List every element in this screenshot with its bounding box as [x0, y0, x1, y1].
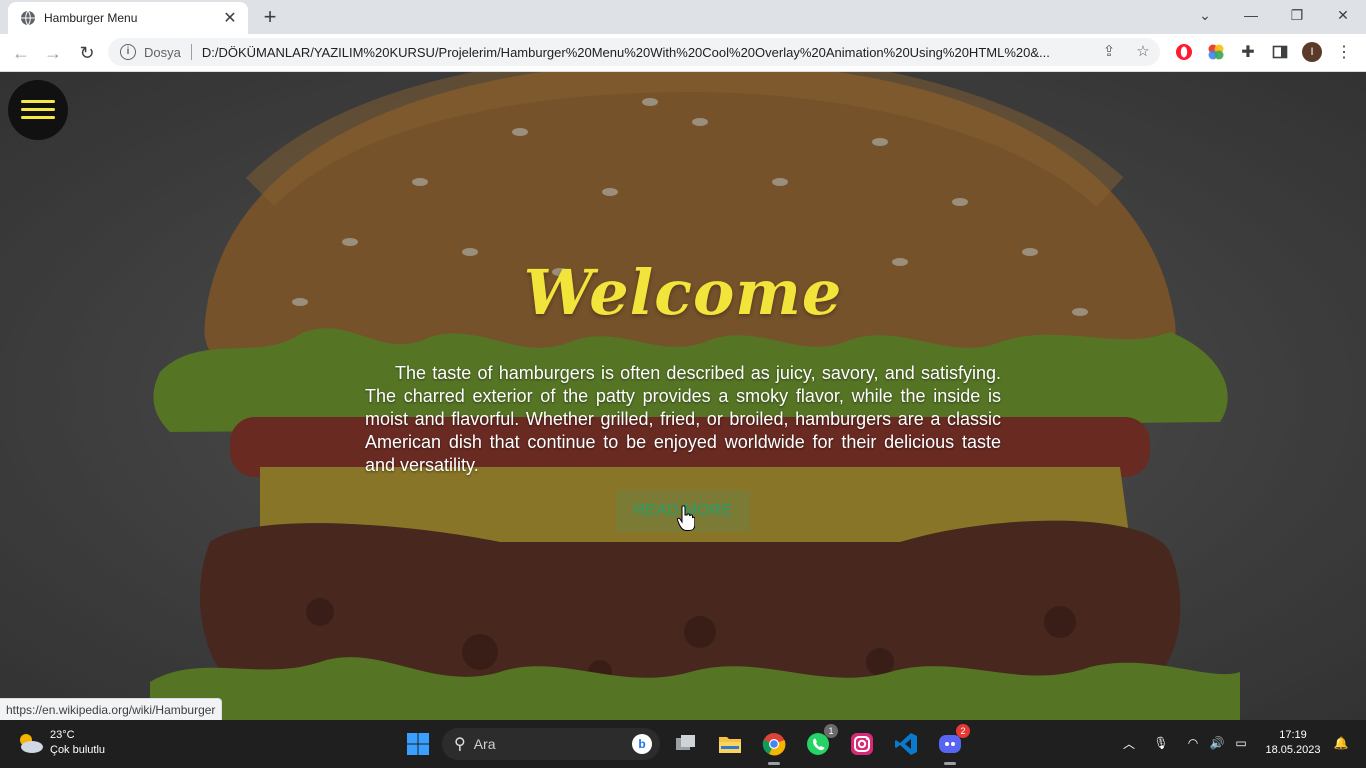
- forward-icon[interactable]: →: [40, 40, 66, 66]
- info-icon[interactable]: i: [120, 44, 136, 60]
- active-indicator: [944, 762, 956, 765]
- tab-search-icon[interactable]: ⌄: [1182, 0, 1228, 30]
- bookmark-star-icon[interactable]: ☆: [1134, 43, 1152, 61]
- opera-icon[interactable]: [1174, 42, 1194, 62]
- chevron-up-icon[interactable]: ︿: [1120, 734, 1138, 752]
- microphone-icon[interactable]: 🎙: [1152, 734, 1170, 752]
- profile-avatar[interactable]: I: [1302, 42, 1322, 62]
- color-picker-icon[interactable]: [1206, 42, 1226, 62]
- weather-widget[interactable]: 23°C Çok bulutlu: [16, 728, 105, 758]
- instagram-icon[interactable]: [848, 730, 876, 758]
- profile-initial: I: [1302, 42, 1322, 62]
- page-viewport: Welcome The taste of hamburgers is often…: [0, 72, 1366, 720]
- volume-icon[interactable]: 🔊: [1208, 734, 1226, 752]
- tab-title: Hamburger Menu: [44, 11, 138, 25]
- search-icon: ⚲: [454, 736, 466, 753]
- discord-icon[interactable]: 2: [936, 724, 970, 765]
- battery-icon[interactable]: ▭: [1232, 734, 1250, 752]
- clock-time: 17:19: [1279, 729, 1307, 741]
- notification-bell-icon[interactable]: 🔔: [1332, 734, 1350, 752]
- description-text: The taste of hamburgers is often describ…: [365, 363, 1001, 475]
- whatsapp-icon[interactable]: 1: [804, 724, 838, 758]
- taskbar-search[interactable]: ⚲ Ara b: [442, 728, 660, 760]
- wifi-icon[interactable]: ◠: [1184, 734, 1202, 752]
- cloud-sun-icon: [20, 734, 43, 753]
- scheme-label: Dosya: [144, 44, 181, 60]
- weather-temp: 23°C: [50, 729, 75, 741]
- windows-start-icon[interactable]: [404, 730, 432, 758]
- tab-hamburger-menu[interactable]: Hamburger Menu ✕: [8, 2, 248, 34]
- restore-button[interactable]: ❐: [1274, 0, 1320, 30]
- windows-taskbar: 23°C Çok bulutlu ⚲ Ara b 1 2 ︿ 🎙 ◠ 🔊 ▭ 1…: [0, 720, 1366, 768]
- browser-tabstrip: Hamburger Menu ✕ + ⌄ — ❐ ✕: [0, 0, 1366, 34]
- hand-cursor-icon: [677, 505, 695, 531]
- status-url-bubble: https://en.wikipedia.org/wiki/Hamburger: [0, 698, 223, 720]
- page-title: Welcome: [523, 256, 843, 329]
- tab-close-icon[interactable]: ✕: [218, 6, 242, 30]
- clock-date: 18.05.2023: [1265, 744, 1321, 756]
- hamburger-menu-button[interactable]: [8, 80, 68, 140]
- menu-bar-icon: [21, 100, 55, 103]
- menu-bar-icon: [21, 116, 55, 119]
- system-clock[interactable]: 17:19 18.05.2023: [1262, 728, 1324, 758]
- back-icon[interactable]: ←: [8, 40, 34, 66]
- discord-badge: 2: [956, 724, 970, 738]
- minimize-button[interactable]: —: [1228, 0, 1274, 30]
- share-icon[interactable]: ⇪: [1100, 43, 1118, 61]
- side-panel-icon[interactable]: [1270, 42, 1290, 62]
- extensions-puzzle-icon[interactable]: ✚: [1238, 42, 1258, 62]
- url-text[interactable]: D:/DÖKÜMANLAR/YAZILIM%20KURSU/Projelerim…: [202, 45, 1082, 60]
- file-explorer-icon[interactable]: [716, 730, 744, 758]
- globe-icon: [21, 10, 35, 26]
- weather-desc: Çok bulutlu: [50, 744, 106, 756]
- close-window-button[interactable]: ✕: [1320, 0, 1366, 30]
- reload-icon[interactable]: ↻: [74, 40, 100, 66]
- more-menu-icon[interactable]: ⋮: [1334, 42, 1354, 62]
- vscode-icon[interactable]: [892, 730, 920, 758]
- chrome-icon[interactable]: [760, 730, 788, 765]
- task-view-icon[interactable]: [672, 730, 700, 758]
- search-placeholder: Ara: [473, 736, 496, 752]
- whatsapp-badge: 1: [824, 724, 838, 738]
- divider: [190, 44, 192, 60]
- menu-bar-icon: [21, 108, 55, 111]
- new-tab-button[interactable]: +: [258, 6, 282, 30]
- active-indicator: [768, 762, 780, 765]
- bing-icon[interactable]: b: [632, 734, 652, 754]
- address-bar[interactable]: i Dosya D:/DÖKÜMANLAR/YAZILIM%20KURSU/Pr…: [108, 38, 1160, 66]
- browser-toolbar: ← → ↻ i Dosya D:/DÖKÜMANLAR/YAZILIM%20KU…: [0, 34, 1366, 72]
